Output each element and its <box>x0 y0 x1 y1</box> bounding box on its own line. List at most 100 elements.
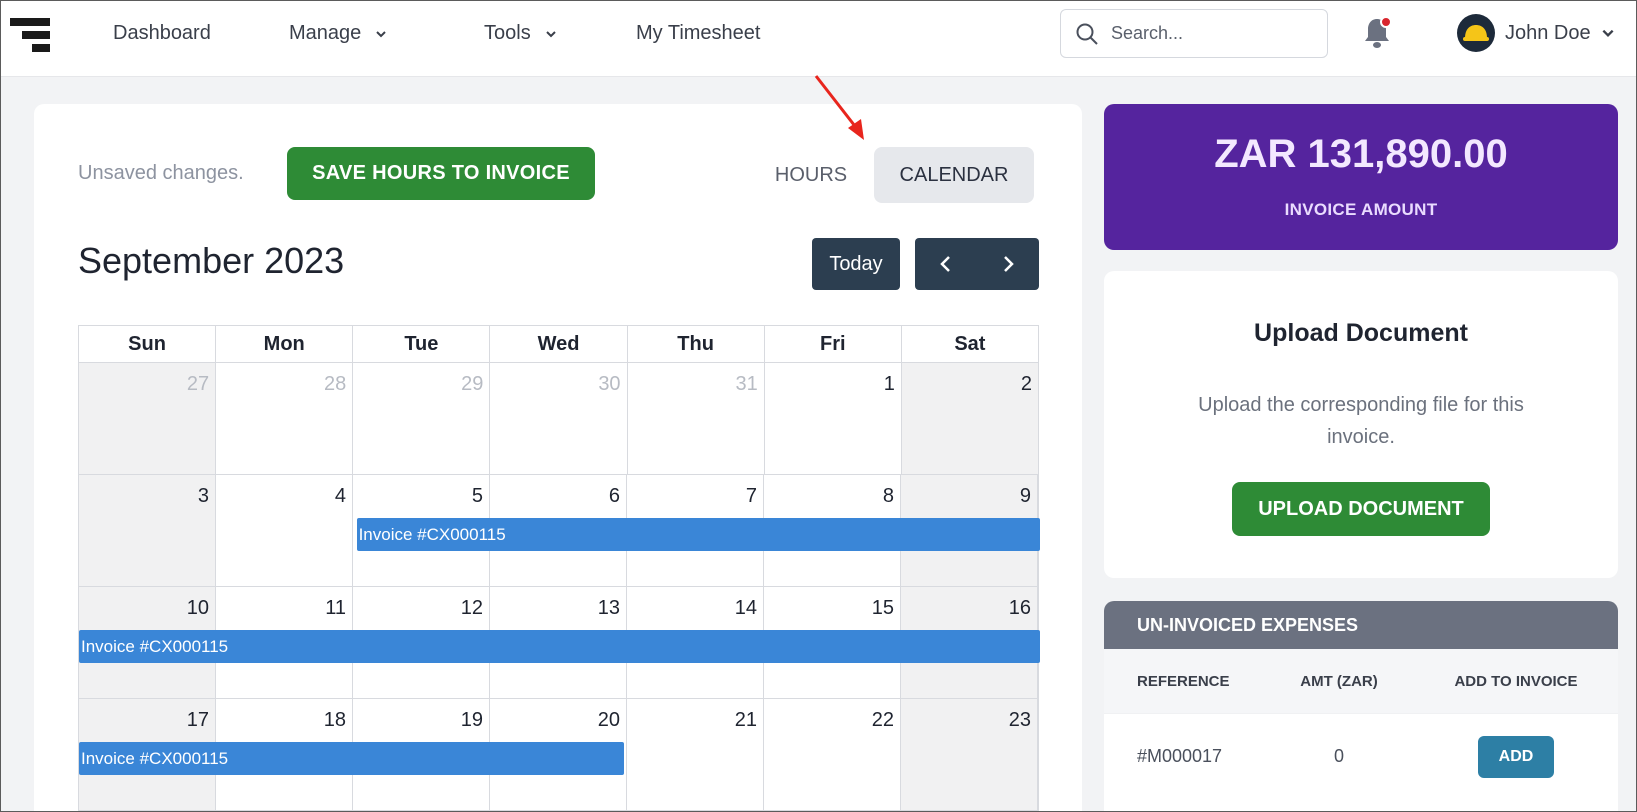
notification-dot <box>1380 16 1392 28</box>
upload-title: Upload Document <box>1254 319 1468 347</box>
nav-my-timesheet-label: My Timesheet <box>636 22 761 44</box>
add-expense-button[interactable]: ADD <box>1478 735 1554 778</box>
day-number: 4 <box>334 485 346 507</box>
chevron-down-icon <box>376 30 386 37</box>
calendar-event[interactable]: Invoice #CX000115 <box>79 630 1040 663</box>
calendar-day-cell[interactable]: 3 <box>79 475 216 586</box>
month-calendar: Sun Mon Tue Wed Thu Fri Sat 27 28 29 30 31 1 2 3 4 5 6 7 8… <box>78 325 1040 811</box>
nav-manage-label: Manage <box>289 22 362 44</box>
save-hours-to-invoice-button[interactable]: SAVE HOURS TO INVOICE <box>287 147 595 200</box>
day-number: 14 <box>734 597 757 619</box>
calendar-day-cell[interactable]: 2 <box>901 363 1038 474</box>
avatar <box>1457 14 1495 52</box>
chevron-down-icon <box>1602 29 1614 37</box>
invoice-amount-label: INVOICE AMOUNT <box>1284 200 1438 219</box>
calendar-day-cell[interactable]: 23 <box>901 699 1038 810</box>
day-number: 11 <box>325 597 346 619</box>
weekday-tue: Tue <box>353 326 491 362</box>
day-number: 28 <box>324 373 347 395</box>
tab-calendar[interactable]: CALENDAR <box>874 147 1034 203</box>
nav-dashboard[interactable]: Dashboard <box>113 22 211 45</box>
weekday-sat: Sat <box>954 332 986 355</box>
column-reference: REFERENCE <box>1137 672 1230 690</box>
calendar-event[interactable]: Invoice #CX000115 <box>79 742 625 775</box>
nav-my-timesheet[interactable]: My Timesheet <box>636 22 760 45</box>
today-button[interactable]: Today <box>812 238 900 290</box>
weekday-mon: Mon <box>216 326 354 362</box>
tab-hours[interactable]: HOURS <box>753 147 869 203</box>
day-number: 12 <box>460 597 483 619</box>
chevron-left-icon <box>940 256 950 272</box>
day-number: 18 <box>323 709 346 731</box>
day-number: 15 <box>871 597 894 619</box>
weekday-wed: Wed <box>490 326 628 362</box>
calendar-week: 10 11 12 13 14 15 16 Invoice #CX000115 <box>78 587 1040 699</box>
search-icon <box>1076 23 1098 45</box>
invoice-amount-card: ZAR 131,890.00 INVOICE AMOUNT <box>1104 104 1618 250</box>
calendar-day-cell[interactable]: 27 <box>79 363 217 474</box>
weekday-sun: Sun <box>79 326 217 362</box>
day-number: 20 <box>597 709 620 731</box>
calendar-day-cell[interactable]: 31 <box>628 363 765 474</box>
calendar-day-cell[interactable]: 29 <box>353 363 491 474</box>
day-number: 3 <box>197 485 209 507</box>
weekday-header: Sun Mon Tue Wed Thu Fri Sat <box>78 325 1039 363</box>
expense-reference: #M000017 <box>1137 746 1223 766</box>
day-number: 31 <box>735 373 758 395</box>
uninvoiced-expenses-card: UN-INVOICED EXPENSES REFERENCE AMT (ZAR)… <box>1104 601 1618 812</box>
day-number: 9 <box>1019 485 1031 507</box>
expenses-column-header: REFERENCE AMT (ZAR) ADD TO INVOICE <box>1104 649 1618 713</box>
nav-tools[interactable]: Tools <box>484 22 557 45</box>
nav-manage[interactable]: Manage <box>289 22 387 45</box>
calendar-title: September 2023 <box>78 240 345 281</box>
user-name: John Doe <box>1505 21 1591 44</box>
search-box <box>1060 9 1328 58</box>
day-number: 30 <box>598 373 621 395</box>
day-number: 7 <box>745 485 757 507</box>
day-number: 16 <box>1008 597 1031 619</box>
day-number: 2 <box>1020 373 1032 395</box>
weekday-fri: Fri <box>765 326 902 362</box>
day-number: 27 <box>186 373 210 395</box>
calendar-day-cell[interactable]: 30 <box>490 363 628 474</box>
upload-description: Upload the corresponding file for this i… <box>1198 394 1524 448</box>
upload-document-button[interactable]: UPLOAD DOCUMENT <box>1232 482 1490 536</box>
prev-month-button[interactable] <box>915 238 977 290</box>
day-number: 10 <box>186 597 209 619</box>
day-number: 22 <box>871 709 894 731</box>
day-number: 8 <box>882 485 894 507</box>
next-month-button[interactable] <box>977 238 1039 290</box>
day-number: 6 <box>608 485 620 507</box>
top-navbar: Dashboard Manage Tools My Timesheet John… <box>0 0 1637 77</box>
calendar-body: 27 28 29 30 31 1 2 3 4 5 6 7 8 9 Invoice #CX000115 10 11… <box>78 363 1040 811</box>
user-menu[interactable]: John Doe <box>1457 14 1615 52</box>
calendar-event[interactable]: Invoice #CX000115 <box>356 518 1040 551</box>
day-number: 17 <box>186 709 209 731</box>
search-input[interactable] <box>1111 23 1311 44</box>
nav-dashboard-label: Dashboard <box>113 22 211 44</box>
invoice-amount: ZAR 131,890.00 <box>1214 132 1508 176</box>
chevron-down-icon <box>545 30 556 37</box>
calendar-day-cell[interactable]: 22 <box>764 699 901 810</box>
weekday-thu: Thu <box>628 326 765 362</box>
calendar-day-cell[interactable]: 1 <box>765 363 902 474</box>
table-row: #M000017 0 ADD <box>1104 713 1618 799</box>
day-number: 23 <box>1008 709 1031 731</box>
app-logo[interactable] <box>10 18 50 52</box>
day-number: 29 <box>461 373 484 395</box>
chevron-right-icon <box>1004 256 1014 272</box>
day-number: 19 <box>460 709 483 731</box>
calendar-day-cell[interactable]: 28 <box>216 363 354 474</box>
calendar-day-cell[interactable]: 4 <box>216 475 353 586</box>
calendar-day-cell[interactable]: 21 <box>627 699 764 810</box>
column-amount: AMT (ZAR) <box>1300 672 1378 690</box>
expense-amount: 0 <box>1333 746 1344 766</box>
calendar-week: 17 18 19 20 21 22 23 Invoice #CX000115 <box>78 699 1039 811</box>
nav-tools-label: Tools <box>484 22 531 44</box>
day-number: 21 <box>734 709 757 731</box>
calendar-nav-group <box>915 238 1039 290</box>
day-number: 1 <box>883 373 895 395</box>
expense-action-cell: ADD <box>1414 735 1618 778</box>
expenses-title: UN-INVOICED EXPENSES <box>1104 601 1618 649</box>
timesheet-card: Unsaved changes. SAVE HOURS TO INVOICE H… <box>34 104 1082 812</box>
